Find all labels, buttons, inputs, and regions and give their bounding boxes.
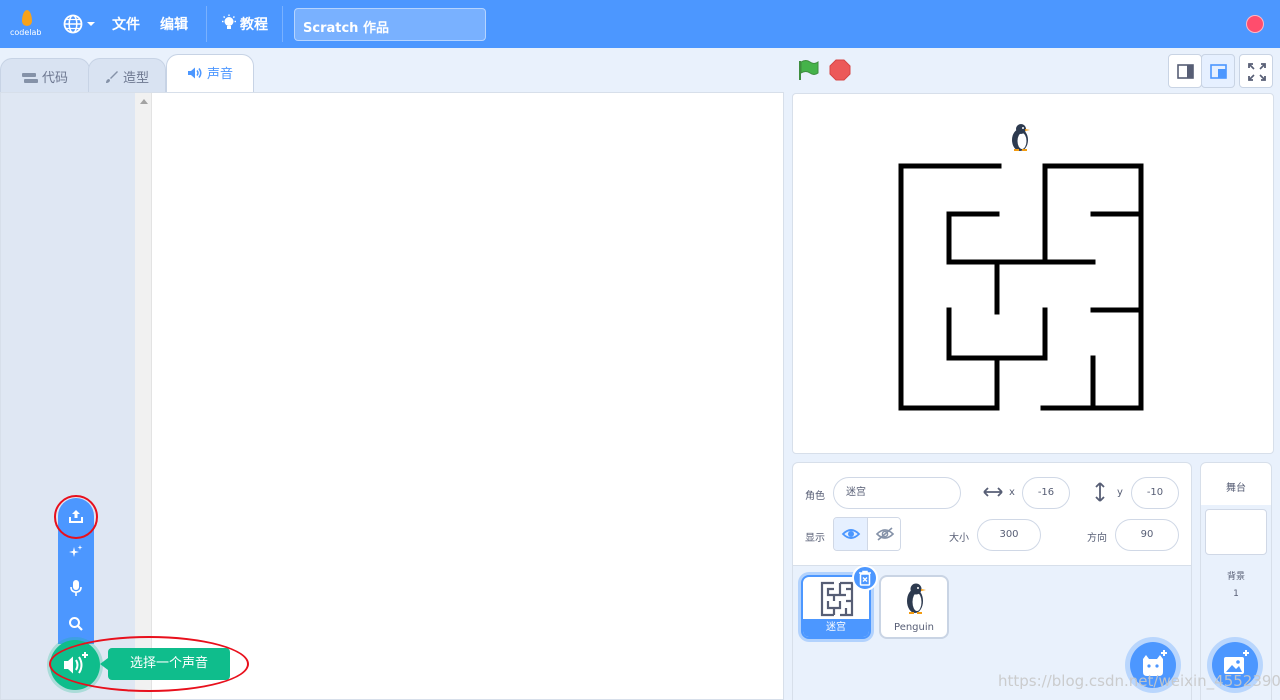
sound-editor (0, 92, 784, 700)
small-stage-button[interactable] (1168, 54, 1202, 88)
normal-stage-icon (1210, 64, 1227, 79)
sprite-tile-penguin[interactable]: Penguin (879, 575, 949, 639)
codelab-logo[interactable]: codelab (10, 8, 44, 40)
direction-label: 方向 (1087, 533, 1107, 544)
size-input[interactable]: 300 (977, 519, 1041, 551)
lightbulb-icon (222, 14, 236, 29)
menu-bar: codelab 文件 编辑 教程 Scratch 作品 (0, 0, 1280, 48)
size-label: 大小 (949, 533, 969, 544)
vertical-arrows-icon (1095, 482, 1105, 502)
tab-costumes-label: 造型 (122, 71, 149, 86)
tab-code[interactable]: 代码 (0, 58, 90, 92)
eye-off-icon (875, 527, 895, 541)
maze-thumbnail (820, 581, 854, 617)
sprite-name-input[interactable]: 迷宫 (833, 477, 961, 509)
tutorials-button[interactable]: 教程 (220, 14, 268, 34)
add-sound-menu (58, 498, 94, 644)
upload-sound-button[interactable] (58, 498, 94, 534)
search-icon (69, 617, 83, 631)
normal-stage-button[interactable] (1201, 54, 1235, 88)
fullscreen-button[interactable] (1239, 54, 1273, 88)
show-label: 显示 (805, 533, 825, 544)
small-stage-icon (1177, 64, 1194, 79)
direction-input[interactable]: 90 (1115, 519, 1179, 551)
language-menu[interactable] (62, 13, 98, 35)
menu-divider (282, 6, 283, 42)
globe-icon (63, 14, 95, 34)
delete-sprite-button[interactable] (852, 565, 878, 591)
editor-scrollbar[interactable] (135, 93, 152, 699)
trash-icon (859, 570, 871, 586)
backdrops-count: 1 (1233, 589, 1239, 599)
flame-icon (22, 10, 32, 26)
choose-sound-search-button[interactable] (58, 606, 94, 642)
menu-divider (206, 6, 207, 42)
brush-icon (105, 71, 118, 83)
record-indicator-icon[interactable] (1246, 15, 1264, 33)
fullscreen-icon (1248, 63, 1266, 81)
visibility-toggle (833, 517, 901, 551)
horizontal-arrows-icon (983, 487, 1003, 497)
surprise-button[interactable] (58, 534, 94, 570)
penguin-thumbnail (907, 583, 926, 614)
tab-code-label: 代码 (41, 71, 68, 86)
stage-thumbnail[interactable] (1205, 509, 1267, 555)
tab-sounds-label: 声音 (206, 67, 233, 82)
speaker-icon (187, 67, 202, 79)
record-button[interactable] (58, 570, 94, 606)
tab-sounds[interactable]: 声音 (166, 54, 254, 92)
show-sprite-button[interactable] (834, 518, 868, 550)
choose-sound-tooltip: 选择一个声音 (108, 648, 230, 680)
x-input[interactable]: -16 (1022, 477, 1070, 509)
stage-canvas[interactable] (792, 93, 1274, 454)
add-sound-icon (64, 652, 88, 674)
tutorials-label: 教程 (240, 17, 268, 33)
logo-text: codelab (10, 28, 42, 37)
eye-icon (841, 529, 861, 539)
sprite-tile-label: 迷宫 (803, 619, 869, 637)
choose-sound-button[interactable] (50, 640, 100, 690)
file-menu[interactable]: 文件 (112, 14, 140, 34)
stage-panel-title: 舞台 (1226, 483, 1246, 494)
tab-costumes[interactable]: 造型 (88, 58, 166, 92)
tooltip-arrow (100, 658, 108, 670)
microphone-icon (70, 580, 82, 596)
sprite-name-label: 角色 (805, 491, 825, 502)
backdrops-label: 背景 (1226, 572, 1245, 582)
stop-icon[interactable] (829, 59, 851, 81)
green-flag-icon[interactable] (796, 58, 820, 82)
penguin-sprite (1012, 124, 1030, 151)
y-label: y (1117, 487, 1123, 498)
project-title-input[interactable]: Scratch 作品 (294, 8, 486, 41)
y-input[interactable]: -10 (1131, 477, 1179, 509)
edit-menu[interactable]: 编辑 (160, 14, 188, 34)
watermark: https://blog.csdn.net/weixin_45523909 (998, 672, 1280, 690)
upload-icon (69, 510, 83, 523)
scroll-up-icon[interactable] (140, 99, 148, 104)
code-blocks-icon (21, 73, 38, 83)
sprite-tile-label: Penguin (894, 622, 934, 633)
hide-sprite-button[interactable] (868, 518, 900, 550)
sparkle-icon (69, 545, 83, 557)
x-label: x (1009, 487, 1015, 498)
